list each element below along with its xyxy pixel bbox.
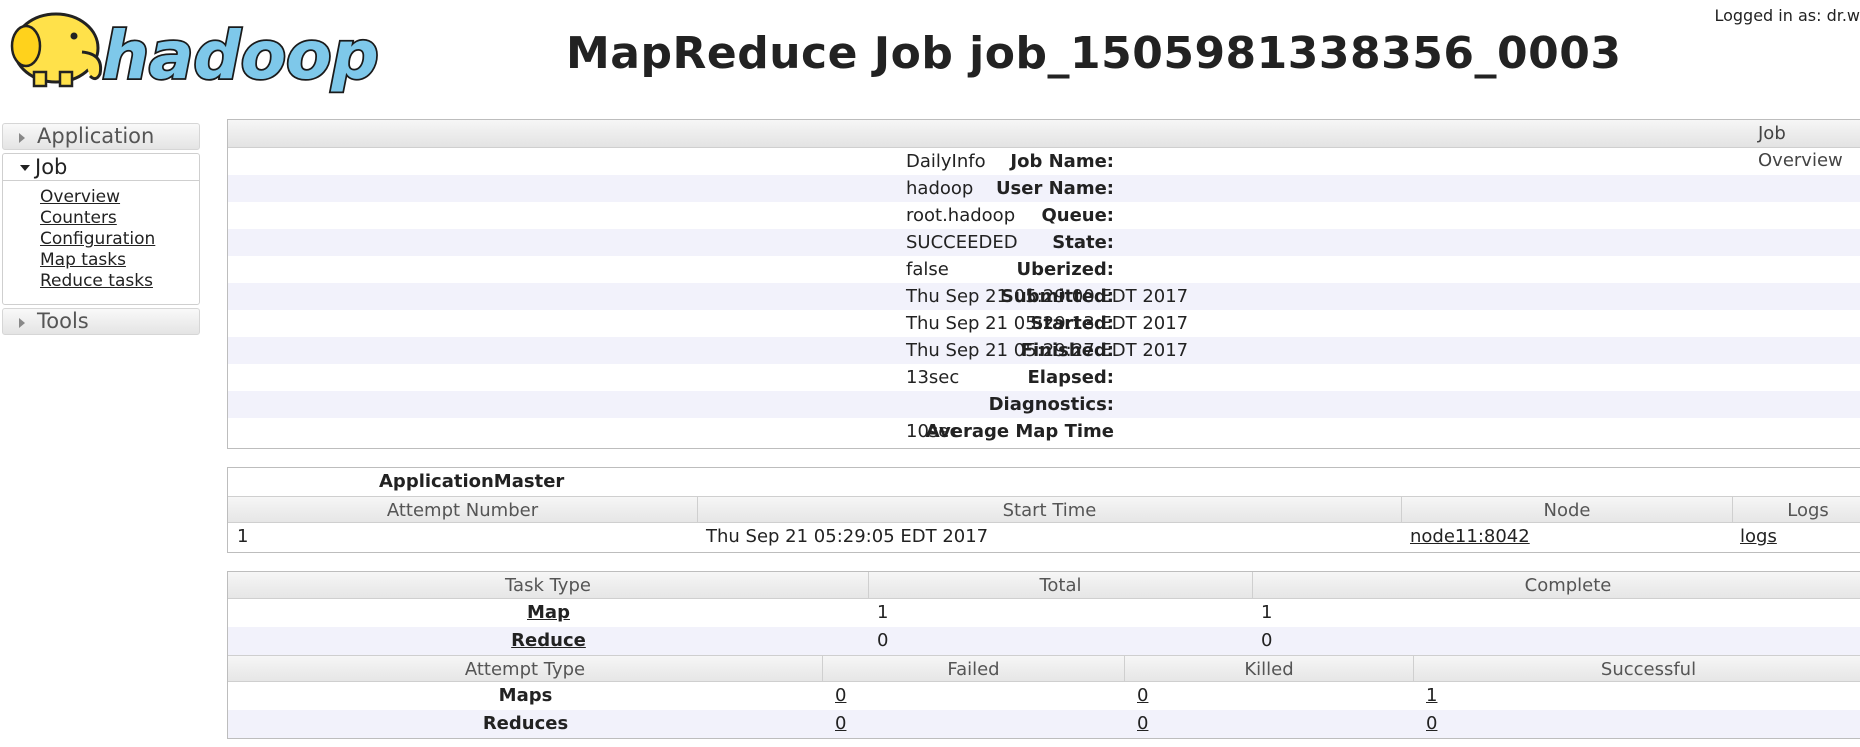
task-total: 1 [877,602,889,623]
overview-label: Elapsed: [1027,367,1114,388]
maps-killed-link[interactable]: 0 [1137,682,1148,710]
column-header[interactable]: Task Type [228,572,869,598]
attempt-type-header-row: Attempt Type Failed Killed Successful [228,655,1860,682]
overview-row: Submitted: Thu Sep 21 05:29:00 EDT 2017 [228,283,1860,310]
task-type-reduce-link[interactable]: Reduce [511,630,586,651]
overview-label: Diagnostics: [988,394,1114,415]
table-row: Reduces 0 0 0 [228,710,1860,738]
sidebar-section-label: Application [37,124,155,148]
overview-value: DailyInfo [906,151,986,172]
overview-row: Job Name: DailyInfo [228,148,1860,175]
overview-row: Elapsed: 13sec [228,364,1860,391]
column-header[interactable]: Successful [1414,656,1860,681]
overview-value: Thu Sep 21 05:29:27 EDT 2017 [906,340,1189,361]
attempt-type: Reduces [482,713,569,734]
maps-failed-link[interactable]: 0 [835,682,846,710]
application-master-header-row: Attempt Number Start Time Node Logs [228,496,1860,523]
overview-value: hadoop [906,178,974,199]
logs-link[interactable]: logs [1740,523,1777,551]
overview-label: User Name: [995,178,1114,199]
task-total: 0 [877,630,889,651]
table-row: Reduce 0 0 [228,627,1860,655]
overview-value: root.hadoop [906,205,1016,226]
overview-row: Started: Thu Sep 21 05:29:13 EDT 2017 [228,310,1860,337]
elephant-icon [10,12,103,88]
sidebar-link-overview[interactable]: Overview [40,187,120,207]
sidebar-link-reduce-tasks[interactable]: Reduce tasks [40,271,153,291]
overview-row: State: SUCCEEDED [228,229,1860,256]
table-row: 1 Thu Sep 21 05:29:05 EDT 2017 node11:80… [228,523,1860,551]
sidebar-section-label: Job [35,155,68,179]
application-master-panel: ApplicationMaster Attempt Number Start T… [227,467,1860,553]
overview-row: User Name: hadoop [228,175,1860,202]
overview-value: Thu Sep 21 05:29:00 EDT 2017 [906,286,1189,307]
job-overview-panel: Job Overview Job Name: DailyInfo User Nam… [227,119,1860,449]
sidebar-link-map-tasks[interactable]: Map tasks [40,250,126,270]
column-header[interactable]: Attempt Type [228,656,823,681]
reduces-successful-link[interactable]: 0 [1426,710,1437,738]
chevron-down-icon [20,165,30,171]
sidebar-link-counters[interactable]: Counters [40,208,117,228]
hadoop-logo: hadoop [10,12,380,94]
overview-row: Average Map Time 10sec [228,418,1860,445]
overview-row: Uberized: false [228,256,1860,283]
overview-label: Job Name: [1010,151,1114,172]
column-header[interactable]: Start Time [698,497,1402,522]
reduces-failed-link[interactable]: 0 [835,710,846,738]
overview-row: Queue: root.hadoop [228,202,1860,229]
job-overview-header: Job Overview [228,120,1860,171]
task-type-map-link[interactable]: Map [527,602,570,623]
tasks-panel: Task Type Total Complete Map 1 1 Reduce … [227,571,1860,739]
overview-value: false [906,259,949,280]
column-header[interactable]: Node [1402,497,1733,522]
column-header[interactable]: Logs [1733,497,1860,522]
task-type-header-row: Task Type Total Complete [228,572,1860,599]
table-row: Maps 0 0 1 [228,682,1860,710]
chevron-right-icon [19,133,25,143]
overview-value: SUCCEEDED [906,232,1018,253]
column-header[interactable]: Total [869,572,1253,598]
sidebar-section-label: Tools [37,309,89,333]
column-header[interactable]: Complete [1253,572,1860,598]
chevron-right-icon [19,318,25,328]
sidebar-section-job: Job Overview Counters Configuration Map … [2,153,200,305]
sidebar-section-tools[interactable]: Tools [2,308,200,335]
attempt-number: 1 [237,526,249,547]
overview-label: Queue: [1041,205,1114,226]
sidebar-link-configuration[interactable]: Configuration [40,229,155,249]
column-header[interactable]: Attempt Number [228,497,698,522]
application-master-title: ApplicationMaster [379,471,565,492]
sidebar-section-application[interactable]: Application [2,123,200,150]
overview-value: Thu Sep 21 05:29:13 EDT 2017 [906,313,1189,334]
overview-row: Finished: Thu Sep 21 05:29:27 EDT 2017 [228,337,1860,364]
sidebar-job-header[interactable]: Job [3,154,199,181]
task-complete: 0 [1261,630,1273,651]
hadoop-wordmark: hadoop [102,17,379,94]
overview-value: 13sec [906,367,960,388]
overview-row: Diagnostics: [228,391,1860,418]
maps-successful-link[interactable]: 1 [1426,682,1437,710]
overview-value: 10sec [906,421,960,442]
logged-in-user: Logged in as: dr.w [1714,6,1860,25]
table-row: Map 1 1 [228,599,1860,627]
node-link[interactable]: node11:8042 [1410,523,1530,551]
reduces-killed-link[interactable]: 0 [1137,710,1148,738]
attempt-type: Maps [498,685,553,706]
column-header[interactable]: Failed [823,656,1125,681]
attempt-start-time: Thu Sep 21 05:29:05 EDT 2017 [706,526,989,547]
overview-label: State: [1052,232,1114,253]
column-header[interactable]: Killed [1125,656,1414,681]
task-complete: 1 [1261,602,1273,623]
overview-label: Uberized: [1016,259,1114,280]
page-title: MapReduce Job job_1505981338356_0003 [566,28,1622,79]
